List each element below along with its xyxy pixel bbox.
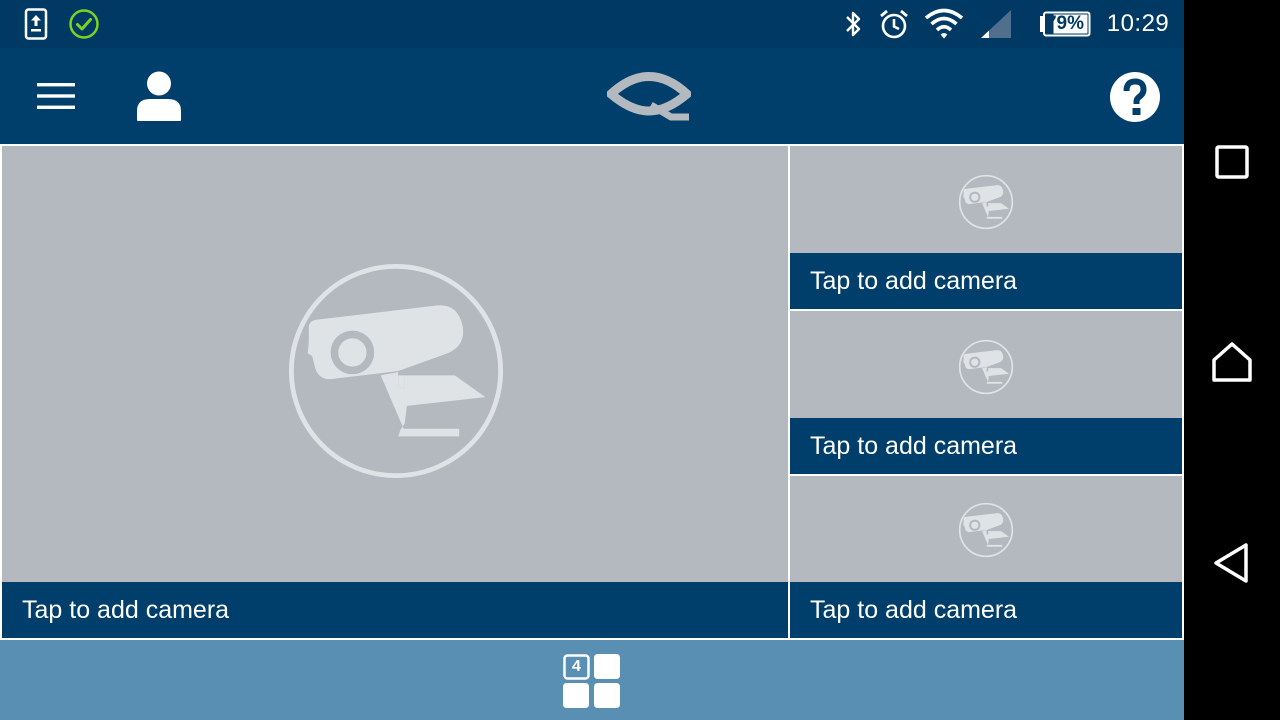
camera-slot-4[interactable]: Tap to add camera [790, 476, 1182, 638]
cell-signal-icon [976, 0, 1016, 48]
help-icon [1110, 72, 1160, 122]
tile-label[interactable]: Tap to add camera [790, 418, 1182, 474]
tile-label[interactable]: Tap to add camera [2, 582, 788, 638]
alarm-icon [876, 0, 912, 48]
upload-notification-icon [18, 0, 54, 48]
check-circle-icon [66, 0, 102, 48]
camera-slot-main[interactable]: Tap to add camera [2, 146, 788, 638]
recents-icon [1215, 145, 1249, 179]
app-logo [596, 62, 702, 128]
user-profile-button[interactable] [126, 66, 192, 126]
bottom-bar: 4 [0, 640, 1184, 720]
home-button[interactable] [1184, 314, 1280, 410]
camera-slot-3[interactable]: Tap to add camera [790, 311, 1182, 474]
camera-slot-2[interactable]: Tap to add camera [790, 146, 1182, 309]
back-icon [1214, 543, 1248, 583]
camera-icon [958, 502, 1014, 558]
status-time: 10:29 [1106, 10, 1170, 37]
camera-icon [287, 262, 505, 480]
camera-icon [958, 174, 1014, 230]
app-screen: 79% 10:29 Tap to add camera Tap to add c… [0, 0, 1184, 720]
tile-label[interactable]: Tap to add camera [790, 253, 1182, 309]
user-icon [137, 71, 181, 121]
back-button[interactable] [1184, 515, 1280, 611]
layout-switch-button[interactable]: 4 [563, 654, 621, 708]
layout-count: 4 [572, 658, 581, 675]
menu-button[interactable] [20, 72, 92, 120]
home-icon [1212, 342, 1252, 382]
status-bar: 79% 10:29 [0, 0, 1184, 48]
wifi-icon [922, 0, 966, 48]
system-nav-bar [1184, 0, 1280, 720]
camera-icon [958, 339, 1014, 395]
battery-percent: 79% [1045, 13, 1085, 34]
bluetooth-icon [838, 0, 868, 48]
help-button[interactable] [1100, 64, 1170, 130]
battery-icon: 79% [1036, 0, 1094, 48]
camera-grid: Tap to add camera Tap to add camera Tap … [0, 144, 1184, 640]
app-bar [0, 48, 1184, 144]
tile-label[interactable]: Tap to add camera [790, 582, 1182, 638]
recents-button[interactable] [1184, 114, 1280, 210]
menu-icon [37, 83, 75, 109]
